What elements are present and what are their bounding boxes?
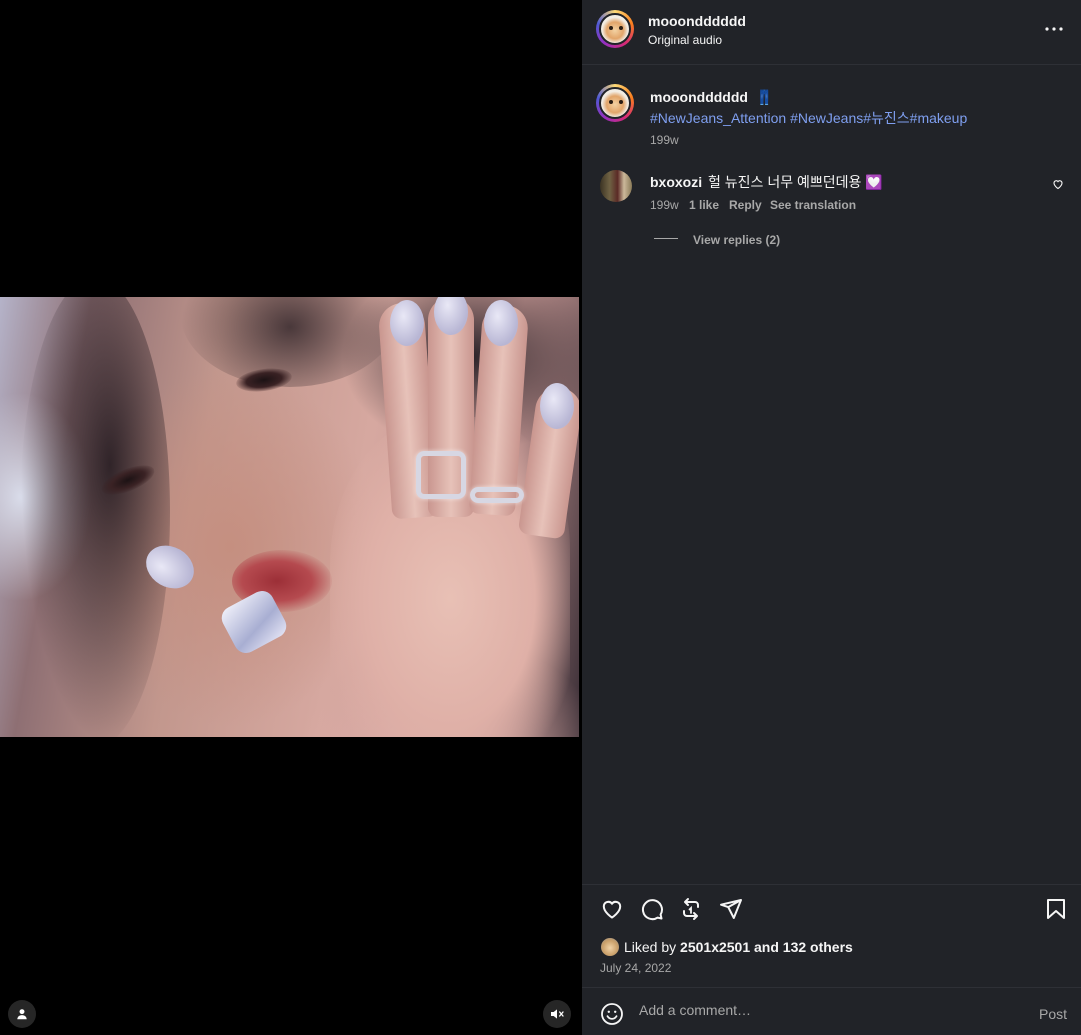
video-nail-4 — [540, 383, 574, 429]
author-avatar[interactable] — [596, 10, 634, 48]
repost-icon — [683, 898, 699, 920]
comment-emoji: 💟 — [865, 174, 883, 190]
comment-button[interactable] — [639, 896, 665, 922]
post-media[interactable] — [0, 0, 582, 1035]
mute-toggle-button[interactable] — [543, 1000, 571, 1028]
post-header: mooondddddd Original audio — [582, 0, 1081, 65]
share-button[interactable] — [718, 896, 744, 922]
likes-summary[interactable]: Liked by 2501x2501 and 132 others — [624, 939, 853, 955]
caption-timestamp[interactable]: 199w — [650, 133, 679, 147]
post-comment-button[interactable]: Post — [1039, 1006, 1067, 1022]
post-date[interactable]: July 24, 2022 — [600, 961, 671, 975]
comment-like-button[interactable] — [1050, 172, 1066, 196]
comment-line: bxoxozi 헐 뉴진스 너무 예쁘던데용 💟 — [650, 172, 883, 192]
bookmark-icon — [1047, 899, 1065, 919]
likes-and: and — [754, 939, 779, 955]
caption-hashtags[interactable]: #NewJeans_Attention #NewJeans#뉴진스#makeup — [650, 108, 967, 128]
video-nail-3 — [484, 300, 518, 346]
heart-icon — [602, 900, 622, 919]
liker-username[interactable]: 2501x2501 — [680, 939, 750, 955]
post-sidebar: mooondddddd Original audio mooondddddd 👖… — [582, 0, 1081, 1035]
comment-bar: Post — [582, 987, 1081, 1035]
comment-reply-button[interactable]: Reply — [729, 198, 762, 212]
more-options-button[interactable] — [1041, 16, 1067, 42]
comment-timestamp[interactable]: 199w — [650, 198, 679, 212]
caption-username-text[interactable]: mooondddddd — [650, 89, 748, 105]
save-button[interactable] — [1043, 896, 1069, 922]
caption-username[interactable]: mooondddddd 👖 — [650, 89, 773, 106]
author-username[interactable]: mooondddddd — [648, 13, 746, 29]
view-replies-button[interactable]: View replies (2) — [693, 233, 780, 247]
replies-divider — [654, 238, 678, 239]
heart-icon — [1053, 180, 1063, 190]
like-button[interactable] — [599, 896, 625, 922]
comment-icon — [641, 899, 663, 921]
video-hair-left — [20, 297, 170, 737]
see-translation-link[interactable]: See translation — [770, 198, 856, 212]
liker-avatar[interactable] — [600, 937, 620, 957]
smiley-icon — [601, 1003, 623, 1025]
comment-likes[interactable]: 1 like — [689, 198, 719, 212]
repost-button[interactable] — [678, 896, 704, 922]
likes-others[interactable]: 132 others — [783, 939, 853, 955]
reel-video[interactable] — [0, 297, 579, 737]
user-icon — [17, 1009, 27, 1020]
audio-link[interactable]: Original audio — [648, 33, 722, 47]
caption-author-avatar[interactable] — [596, 84, 634, 122]
likes-prefix: Liked by — [624, 939, 677, 955]
shiba-avatar-image — [599, 13, 631, 45]
video-ring-2 — [470, 487, 524, 503]
send-icon — [720, 899, 742, 919]
commenter-avatar[interactable] — [600, 170, 632, 202]
shiba-avatar-image — [599, 87, 631, 119]
video-ring-1 — [416, 451, 466, 499]
video-nail-1 — [390, 300, 424, 346]
comment-text: 헐 뉴진스 너무 예쁘던데용 — [708, 174, 862, 190]
muted-speaker-icon — [551, 1009, 564, 1019]
emoji-picker-button[interactable] — [599, 1001, 625, 1027]
comment-input[interactable] — [639, 1002, 1019, 1018]
more-horizontal-icon — [1045, 27, 1063, 31]
caption-emoji: 👖 — [755, 89, 774, 105]
tagged-users-button[interactable] — [8, 1000, 36, 1028]
commenter-username[interactable]: bxoxozi — [650, 174, 702, 190]
